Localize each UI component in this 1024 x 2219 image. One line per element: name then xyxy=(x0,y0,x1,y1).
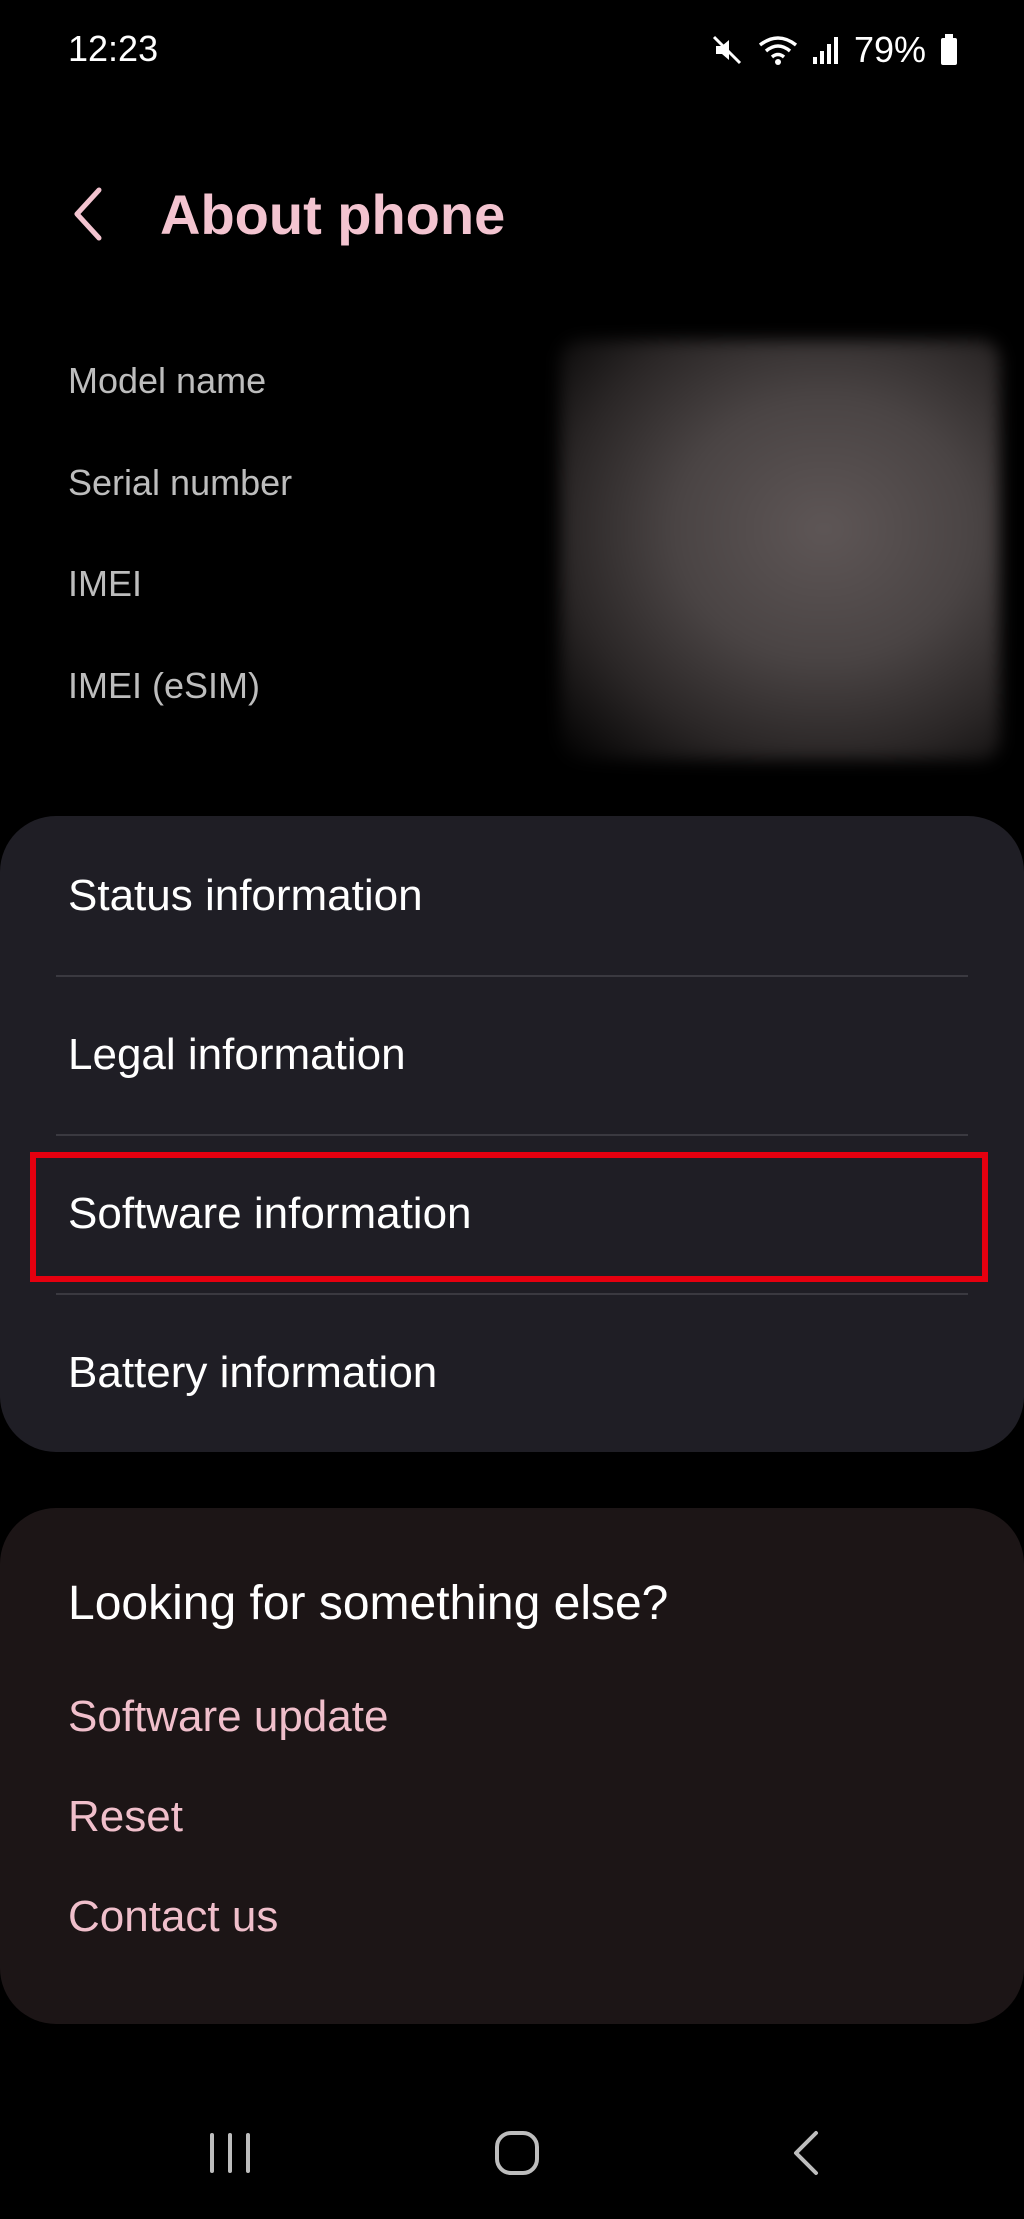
nav-back-button[interactable] xyxy=(746,2100,866,2210)
menu-item-status-information[interactable]: Status information xyxy=(0,816,1024,975)
menu-item-label: Status information xyxy=(68,870,423,920)
home-icon xyxy=(493,2129,541,2182)
suggestions-card: Looking for something else? Software upd… xyxy=(0,1508,1024,2024)
menu-item-battery-information[interactable]: Battery information xyxy=(0,1293,1024,1452)
menu-item-software-information[interactable]: Software information xyxy=(0,1134,1024,1293)
model-name-label: Model name xyxy=(68,360,267,401)
signal-icon xyxy=(812,35,840,65)
link-reset[interactable]: Reset xyxy=(68,1792,183,1842)
page-title: About phone xyxy=(160,183,506,246)
serial-number-label: Serial number xyxy=(68,462,293,503)
redacted-values xyxy=(560,340,1000,760)
wifi-icon xyxy=(758,33,798,67)
menu-item-label: Software information xyxy=(68,1188,472,1238)
suggestions-heading: Looking for something else? xyxy=(68,1577,669,1630)
menu-item-label: Legal information xyxy=(68,1029,406,1079)
app-bar: About phone xyxy=(0,160,1024,270)
battery-percentage: 79% xyxy=(853,29,926,70)
back-button[interactable] xyxy=(58,186,118,246)
info-menu-card: Status information Legal information Sof… xyxy=(0,816,1024,1452)
menu-item-label: Battery information xyxy=(68,1347,438,1397)
imei-label: IMEI xyxy=(68,563,143,604)
status-icons: 79% xyxy=(710,28,958,72)
navigation-bar xyxy=(0,2100,1024,2219)
link-contact-us[interactable]: Contact us xyxy=(68,1892,278,1942)
recent-apps-icon xyxy=(206,2131,254,2180)
link-software-update[interactable]: Software update xyxy=(68,1692,388,1742)
device-info-section: Model name Serial number IMEI IMEI (eSIM… xyxy=(0,340,1024,760)
home-button[interactable] xyxy=(457,2100,577,2210)
status-bar: 12:23 79% xyxy=(0,0,1024,100)
status-time: 12:23 xyxy=(68,28,159,69)
chevron-left-icon xyxy=(71,186,105,247)
imei-esim-label: IMEI (eSIM) xyxy=(68,665,261,706)
back-icon xyxy=(790,2129,822,2182)
battery-icon xyxy=(940,34,958,66)
menu-item-legal-information[interactable]: Legal information xyxy=(0,975,1024,1134)
recent-apps-button[interactable] xyxy=(170,2100,290,2210)
mute-icon xyxy=(710,33,744,67)
